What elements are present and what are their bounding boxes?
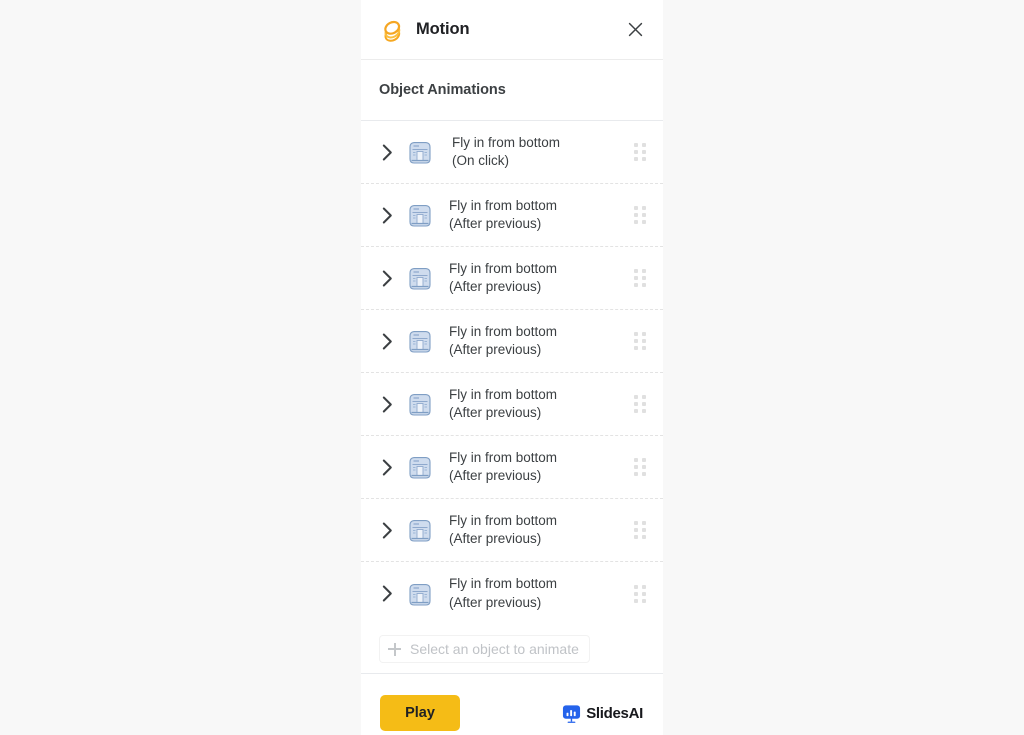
animation-effect-label: Fly in from bottom: [449, 512, 558, 528]
animation-effect-label: Fly in from bottom: [452, 134, 561, 150]
add-row-label: Select an object to animate: [410, 641, 579, 657]
chevron-right-icon[interactable]: [379, 459, 395, 476]
animation-trigger-label: (After previous): [449, 342, 542, 357]
animation-row[interactable]: Fly in from bottom (After previous): [361, 562, 663, 625]
chevron-right-icon[interactable]: [379, 144, 395, 161]
chevron-right-icon[interactable]: [379, 396, 395, 413]
animation-row-text: Fly in from bottom (After previous): [449, 323, 625, 359]
animation-effect-label: Fly in from bottom: [449, 197, 558, 213]
animation-row-text: Fly in from bottom (After previous): [449, 386, 625, 422]
object-thumbnail: [405, 326, 435, 356]
chevron-right-icon[interactable]: [379, 522, 395, 539]
animation-row-text: Fly in from bottom (After previous): [449, 575, 625, 611]
animation-row-text: Fly in from bottom (After previous): [449, 197, 625, 233]
drag-handle-icon[interactable]: [633, 141, 647, 163]
object-thumbnail: [405, 389, 435, 419]
animation-row-text: Fly in from bottom (On click): [452, 134, 625, 170]
chevron-right-icon[interactable]: [379, 270, 395, 287]
slidesai-brand[interactable]: SlidesAI: [562, 695, 643, 731]
object-thumbnail: [405, 515, 435, 545]
slidesai-brand-label: SlidesAI: [586, 704, 643, 722]
object-thumbnail: [405, 263, 435, 293]
object-thumbnail: [405, 137, 435, 167]
motion-stacked-circles-logo-icon: [379, 17, 405, 43]
animation-trigger-label: (After previous): [449, 216, 542, 231]
animation-trigger-label: (After previous): [449, 468, 542, 483]
animation-row[interactable]: Fly in from bottom (After previous): [361, 310, 663, 373]
chevron-right-icon[interactable]: [379, 333, 395, 350]
animation-trigger-label: (After previous): [449, 405, 542, 420]
animation-effect-label: Fly in from bottom: [449, 576, 558, 592]
animation-row[interactable]: Fly in from bottom (After previous): [361, 247, 663, 310]
object-animations-section-header: Object Animations: [361, 60, 663, 120]
animation-effect-label: Fly in from bottom: [449, 260, 558, 276]
animation-effect-label: Fly in from bottom: [449, 386, 558, 402]
animation-row[interactable]: Fly in from bottom (After previous): [361, 373, 663, 436]
close-icon[interactable]: [623, 18, 647, 42]
animation-effect-label: Fly in from bottom: [449, 323, 558, 339]
plus-icon: [388, 642, 401, 656]
play-button[interactable]: Play: [380, 695, 460, 731]
section-heading-label: Object Animations: [379, 82, 506, 98]
drag-handle-icon[interactable]: [633, 204, 647, 226]
animation-list: Fly in from bottom (On click) Fly in from…: [361, 120, 663, 674]
animation-row-text: Fly in from bottom (After previous): [449, 512, 625, 548]
animation-trigger-label: (After previous): [449, 531, 542, 546]
animation-trigger-label: (After previous): [449, 594, 542, 610]
animation-trigger-label: (On click): [452, 153, 509, 168]
drag-handle-icon[interactable]: [633, 519, 647, 541]
panel-header: Motion: [361, 0, 663, 60]
panel-footer: Play SlidesAI: [361, 674, 663, 735]
select-object-to-animate-row[interactable]: Select an object to animate: [361, 625, 663, 673]
chevron-right-icon[interactable]: [379, 585, 395, 602]
animation-row[interactable]: Fly in from bottom (After previous): [361, 184, 663, 247]
animation-trigger-label: (After previous): [449, 279, 542, 294]
animation-row-text: Fly in from bottom (After previous): [449, 260, 625, 296]
animation-row-text: Fly in from bottom (After previous): [449, 449, 625, 485]
animation-row[interactable]: Fly in from bottom (After previous): [361, 499, 663, 562]
motion-panel: Motion Object Animations Fly in from bot…: [361, 0, 663, 735]
drag-handle-icon[interactable]: [633, 456, 647, 478]
drag-handle-icon[interactable]: [633, 330, 647, 352]
object-thumbnail: [405, 200, 435, 230]
animation-row[interactable]: Fly in from bottom (On click): [361, 121, 663, 184]
animation-row[interactable]: Fly in from bottom (After previous): [361, 436, 663, 499]
chevron-right-icon[interactable]: [379, 207, 395, 224]
object-thumbnail: [405, 578, 435, 609]
slidesai-presentation-chart-icon: [562, 704, 581, 723]
object-thumbnail: [405, 452, 435, 482]
animation-effect-label: Fly in from bottom: [449, 449, 558, 465]
drag-handle-icon[interactable]: [633, 393, 647, 415]
panel-title: Motion: [416, 20, 470, 38]
drag-handle-icon[interactable]: [633, 583, 647, 605]
drag-handle-icon[interactable]: [633, 267, 647, 289]
